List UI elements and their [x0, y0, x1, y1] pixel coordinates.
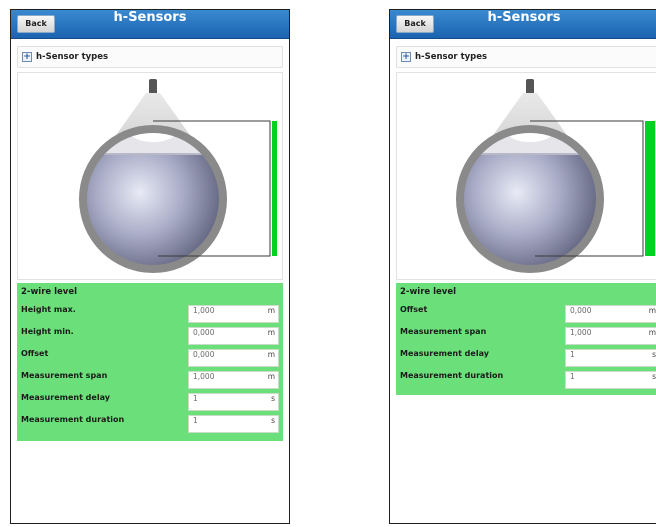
sensor-types-expander[interactable]: + h-Sensor types — [17, 46, 283, 68]
measurement-duration-input[interactable]: 1 s — [565, 371, 656, 389]
panel-title: 2-wire level — [21, 287, 78, 297]
param-value: 1 — [570, 372, 575, 381]
param-unit: s — [271, 394, 275, 403]
param-row-measurement-delay: Measurement delay 1 s — [396, 349, 656, 368]
parameter-panel: 2-wire level Height max. 1,000 m Height … — [17, 283, 283, 441]
param-value: 1,000 — [570, 328, 592, 337]
back-button[interactable]: Back — [396, 15, 434, 33]
sensor-types-label: h-Sensor types — [415, 52, 488, 62]
pipe-sensor-graphic — [17, 72, 283, 280]
param-value: 0,000 — [193, 328, 215, 337]
measurement-delay-input[interactable]: 1 s — [565, 349, 656, 367]
param-unit: s — [652, 372, 656, 381]
param-label: Offset — [400, 305, 428, 314]
param-label: Measurement span — [21, 371, 108, 380]
param-row-measurement-span: Measurement span 1,000 m — [396, 327, 656, 346]
parameter-panel: 2-wire level Offset 0,000 m Measurement … — [396, 283, 656, 395]
offset-input[interactable]: 0,000 m — [565, 305, 656, 323]
header-bar: Back h-Sensors — [390, 10, 656, 39]
param-value: 1 — [570, 350, 575, 359]
param-label: Measurement duration — [21, 415, 125, 424]
param-unit: m — [267, 372, 275, 381]
param-label: Measurement delay — [400, 349, 489, 358]
param-row-measurement-duration: Measurement duration 1 s — [17, 415, 283, 434]
param-unit: m — [267, 306, 275, 315]
plus-icon[interactable]: + — [22, 52, 32, 62]
measurement-delay-input[interactable]: 1 s — [188, 393, 279, 411]
param-row-offset: Offset 0,000 m — [17, 349, 283, 368]
measurement-duration-input[interactable]: 1 s — [188, 415, 279, 433]
param-unit: m — [267, 328, 275, 337]
param-label: Height min. — [21, 327, 74, 336]
param-value: 1,000 — [193, 372, 215, 381]
app-window-left: Back h-Sensors + h-Sensor types 2-wire l… — [10, 9, 290, 524]
measurement-span-input[interactable]: 1,000 m — [565, 327, 656, 345]
sensor-types-label: h-Sensor types — [36, 52, 109, 62]
panel-title: 2-wire level — [400, 287, 457, 297]
app-window-right: Back h-Sensors + h-Sensor types 2-wire l… — [389, 9, 656, 524]
plus-icon[interactable]: + — [401, 52, 411, 62]
param-unit: s — [271, 416, 275, 425]
param-row-offset: Offset 0,000 m — [396, 305, 656, 324]
param-value: 0,000 — [570, 306, 592, 315]
pipe-sensor-graphic — [396, 72, 656, 280]
param-label: Measurement duration — [400, 371, 504, 380]
height-max-input[interactable]: 1,000 m — [188, 305, 279, 323]
header-bar: Back h-Sensors — [11, 10, 289, 39]
back-button[interactable]: Back — [17, 15, 55, 33]
offset-input[interactable]: 0,000 m — [188, 349, 279, 367]
param-value: 0,000 — [193, 350, 215, 359]
param-label: Height max. — [21, 305, 76, 314]
height-min-input[interactable]: 0,000 m — [188, 327, 279, 345]
param-label: Offset — [21, 349, 49, 358]
pipe-sensor-illustration — [456, 79, 655, 273]
param-unit: m — [648, 306, 656, 315]
param-value: 1,000 — [193, 306, 215, 315]
param-row-height-min: Height min. 0,000 m — [17, 327, 283, 346]
param-row-measurement-delay: Measurement delay 1 s — [17, 393, 283, 412]
param-unit: m — [267, 350, 275, 359]
param-unit: m — [648, 328, 656, 337]
measurement-span-input[interactable]: 1,000 m — [188, 371, 279, 389]
param-label: Measurement delay — [21, 393, 110, 402]
param-value: 1 — [193, 416, 198, 425]
pipe-sensor-illustration — [79, 79, 277, 273]
param-row-measurement-duration: Measurement duration 1 s — [396, 371, 656, 390]
param-unit: s — [652, 350, 656, 359]
param-value: 1 — [193, 394, 198, 403]
param-row-height-max: Height max. 1,000 m — [17, 305, 283, 324]
sensor-types-expander[interactable]: + h-Sensor types — [396, 46, 656, 68]
param-label: Measurement span — [400, 327, 487, 336]
param-row-measurement-span: Measurement span 1,000 m — [17, 371, 283, 390]
